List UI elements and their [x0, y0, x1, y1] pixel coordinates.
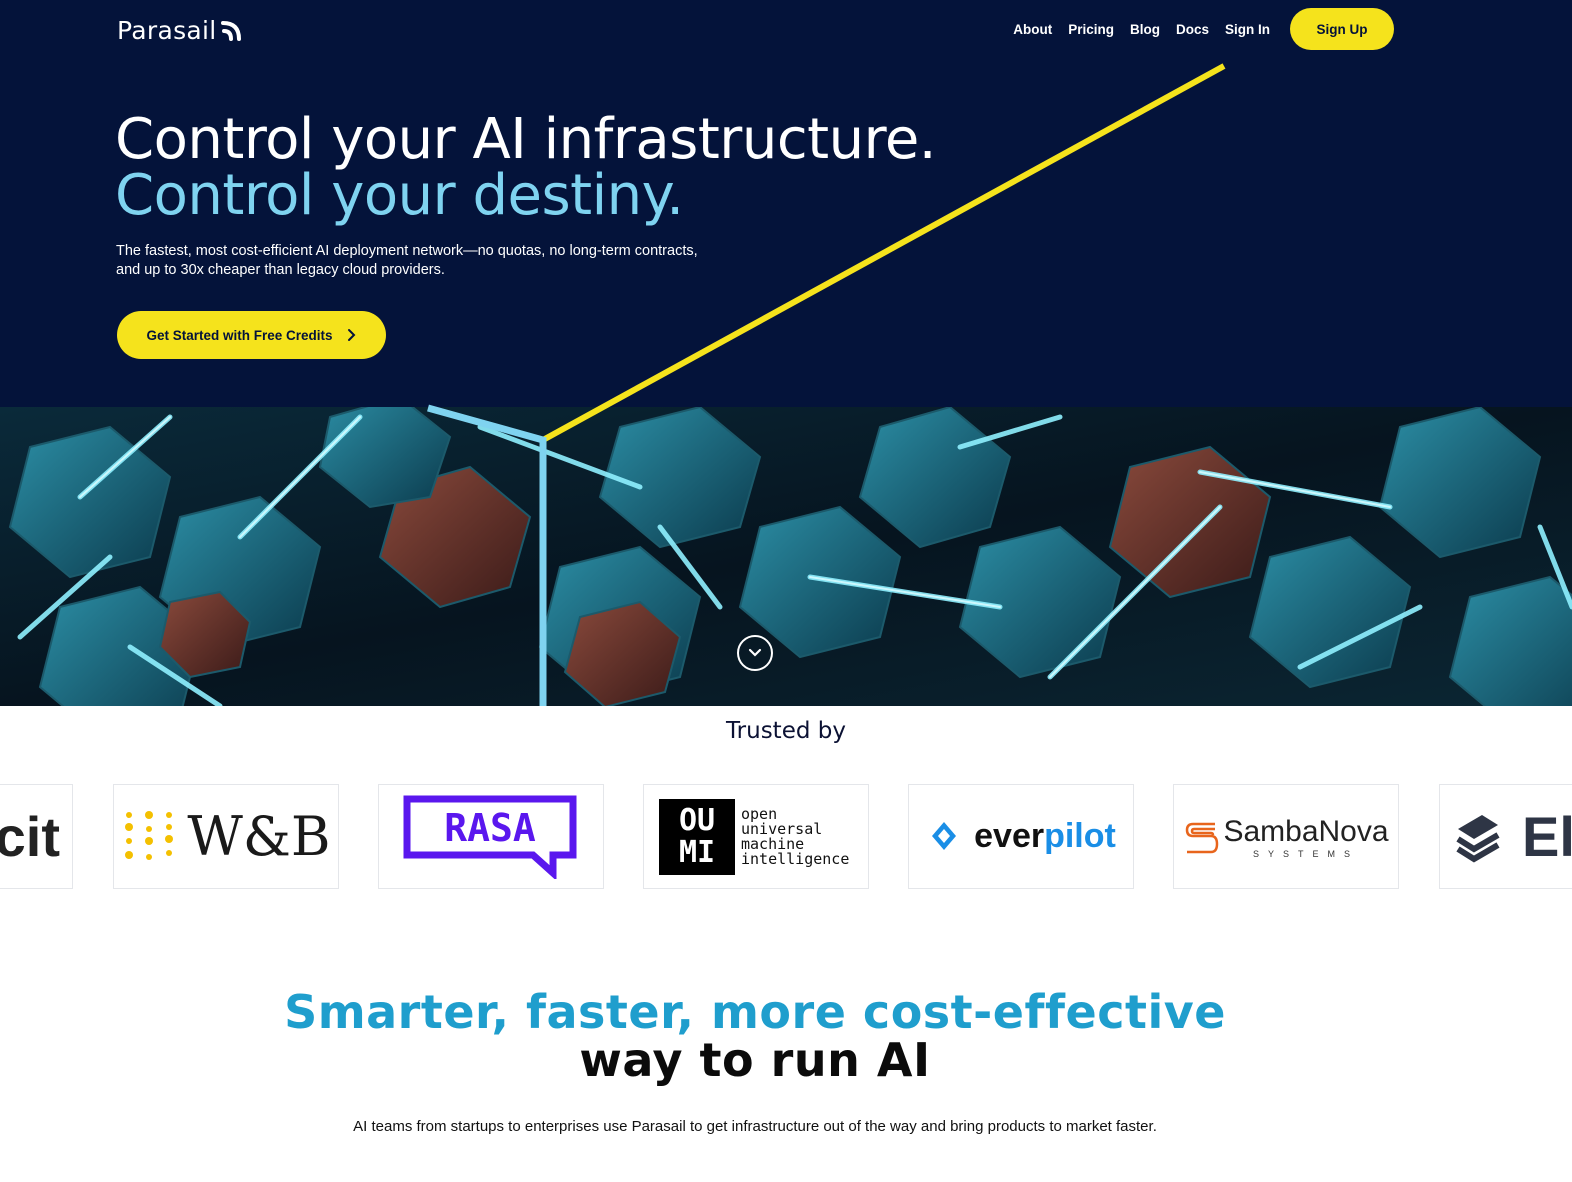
hero-title-line2: Control your destiny. — [115, 163, 684, 228]
everpilot-mark-icon — [932, 821, 957, 850]
parasail-logo[interactable]: Parasail — [117, 14, 243, 46]
scroll-down-button[interactable] — [737, 635, 773, 671]
chevron-right-icon — [347, 329, 355, 341]
hero-banner-image — [0, 407, 1572, 706]
logo-carousel: cit W&B RASA OU MI open universal machine… — [0, 784, 1572, 889]
neon-hexagon-art — [0, 407, 1572, 706]
logo-partial-cit: cit — [0, 784, 73, 889]
get-started-button[interactable]: Get Started with Free Credits — [117, 311, 386, 359]
logo-el-text: El — [1522, 805, 1572, 868]
nav-sign-in[interactable]: Sign In — [1225, 22, 1270, 37]
wandb-dots-icon — [125, 810, 174, 860]
nav-blog[interactable]: Blog — [1130, 22, 1160, 37]
sambanova-sub: SYSTEMS — [1252, 848, 1359, 859]
get-started-label: Get Started with Free Credits — [146, 327, 333, 343]
everpilot-text-b: pilot — [1044, 817, 1116, 855]
nav-about[interactable]: About — [1013, 22, 1052, 37]
sail-logo-icon — [220, 21, 241, 41]
hero-title: Control your AI infrastructure. Control … — [115, 107, 937, 228]
logo-sambanova: SambaNova SYSTEMS — [1173, 784, 1399, 889]
chevron-down-icon — [748, 648, 762, 657]
everpilot-text-a: ever — [974, 817, 1045, 855]
rasa-logo-icon: RASA — [403, 795, 577, 879]
logo-cit-text: cit — [0, 805, 60, 868]
logo-rasa: RASA — [378, 784, 604, 889]
logo-wandb: W&B — [113, 784, 339, 889]
nav-docs[interactable]: Docs — [1176, 22, 1209, 37]
sambanova-mark-icon — [1186, 822, 1219, 853]
trusted-by-heading: Trusted by — [726, 718, 846, 744]
stacked-layers-icon — [1456, 814, 1500, 863]
nav-pricing[interactable]: Pricing — [1068, 22, 1114, 37]
sign-up-button[interactable]: Sign Up — [1290, 8, 1394, 50]
hero-section: Parasail About Pricing Blog Docs Sign In… — [0, 0, 1572, 407]
hero-subtitle: The fastest, most cost-efficient AI depl… — [116, 243, 698, 278]
logo-oumi: OU MI open universal machine intelligence — [643, 784, 869, 889]
oumi-mark-icon: OU MI — [659, 798, 735, 875]
wandb-text: W&B — [187, 805, 331, 868]
section-heading-line2: way to run AI — [579, 1033, 931, 1087]
section-heading-line1: Smarter, faster, more cost-effective — [284, 985, 1226, 1039]
logo-text: Parasail — [117, 15, 217, 45]
top-nav: About Pricing Blog Docs Sign In Sign Up — [1013, 8, 1394, 50]
sambanova-text: SambaNova — [1223, 814, 1389, 848]
hero-title-line1: Control your AI infrastructure. — [115, 107, 937, 172]
section-heading: Smarter, faster, more cost-effective way… — [0, 988, 1510, 1084]
logo-everpilot: ever pilot — [908, 784, 1134, 889]
oumi-text: open universal machine intelligence — [741, 804, 850, 868]
rasa-text: RASA — [444, 806, 536, 850]
section-paragraph: AI teams from startups to enterprises us… — [353, 1118, 1157, 1135]
logo-partial-el: El — [1439, 784, 1572, 889]
